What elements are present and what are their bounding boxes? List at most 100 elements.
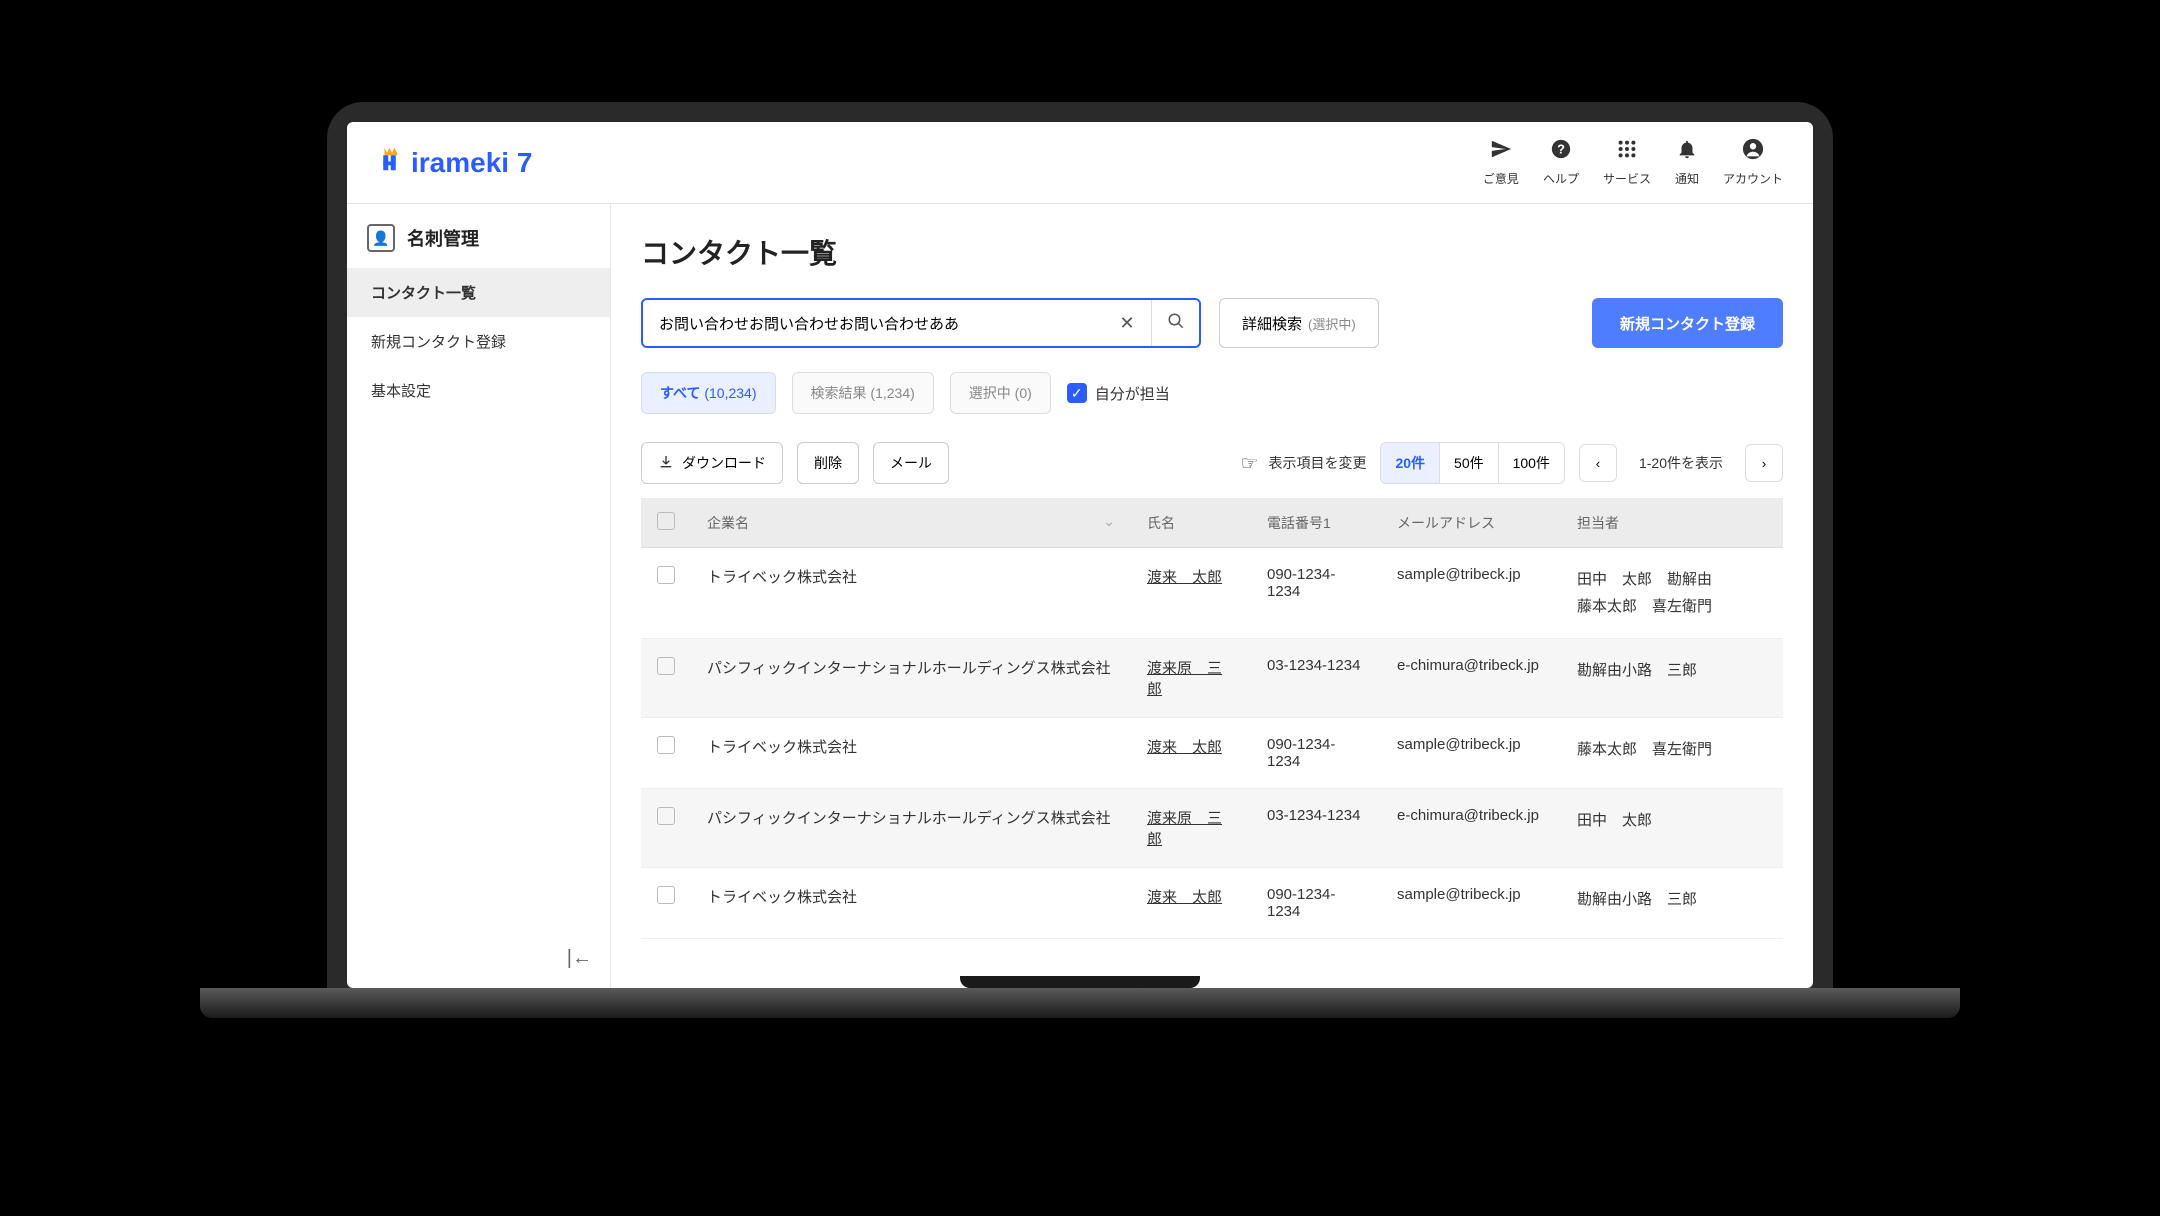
apps-icon bbox=[1616, 138, 1638, 166]
filter-tab-label: 選択中 bbox=[969, 385, 1011, 401]
checkbox-checked-icon: ✓ bbox=[1067, 383, 1087, 403]
topbar-action-help[interactable]: ? ヘルプ bbox=[1543, 138, 1579, 187]
svg-text:?: ? bbox=[1557, 142, 1565, 157]
card-icon: 👤 bbox=[367, 224, 395, 252]
header-tel[interactable]: 電話番号1 bbox=[1251, 498, 1381, 548]
column-config-hint[interactable]: ☞ 表示項目を変更 bbox=[1241, 451, 1367, 476]
topbar-action-feedback[interactable]: ご意見 bbox=[1483, 138, 1519, 187]
filter-row: すべて (10,234) 検索結果 (1,234) 選択中 (0) ✓ bbox=[641, 372, 1783, 414]
advanced-search-label: 詳細検索 bbox=[1242, 313, 1302, 334]
sidebar-item-settings[interactable]: 基本設定 bbox=[347, 366, 610, 415]
sidebar-item-contacts[interactable]: コンタクト一覧 bbox=[347, 268, 610, 317]
logo-text: irameki 7 bbox=[411, 147, 532, 179]
account-icon bbox=[1742, 138, 1764, 166]
cell-company: トライベック株式会社 bbox=[691, 868, 1131, 939]
filter-tab-results[interactable]: 検索結果 (1,234) bbox=[792, 372, 934, 414]
send-icon bbox=[1490, 138, 1512, 166]
header-company[interactable]: 企業名 ⌄ bbox=[691, 498, 1131, 548]
sidebar-item-new-contact[interactable]: 新規コンタクト登録 bbox=[347, 317, 610, 366]
pager-next-button[interactable]: › bbox=[1745, 444, 1783, 482]
row-checkbox[interactable] bbox=[657, 736, 675, 754]
cell-email: e-chimura@tribeck.jp bbox=[1381, 789, 1561, 868]
header-email[interactable]: メールアドレス bbox=[1381, 498, 1561, 548]
bell-icon bbox=[1676, 138, 1698, 166]
pagesize-100[interactable]: 100件 bbox=[1499, 443, 1564, 483]
topbar-action-account[interactable]: アカウント bbox=[1723, 138, 1783, 187]
search-group: ✕ bbox=[641, 298, 1201, 348]
sidebar: 👤 名刺管理 コンタクト一覧 新規コンタクト登録 基本設定 |← bbox=[347, 204, 611, 988]
hand-point-icon: ☞ bbox=[1241, 451, 1259, 476]
cell-name-link[interactable]: 渡来原 三郎 bbox=[1147, 810, 1222, 848]
close-icon: ✕ bbox=[1119, 313, 1134, 334]
filter-tab-all[interactable]: すべて (10,234) bbox=[641, 372, 776, 414]
search-row: ✕ 詳細検索 (選択中) 新規コンタクト登録 bbox=[641, 298, 1783, 348]
topbar-action-label: サービス bbox=[1603, 170, 1651, 187]
cell-company: トライベック株式会社 bbox=[691, 548, 1131, 639]
pager-range: 1-20件を表示 bbox=[1631, 453, 1731, 473]
filter-my-assignments-label: 自分が担当 bbox=[1095, 383, 1170, 404]
topbar-action-label: ご意見 bbox=[1483, 170, 1519, 187]
topbar-action-label: ヘルプ bbox=[1543, 170, 1579, 187]
cell-name-link[interactable]: 渡来 太郎 bbox=[1147, 739, 1222, 756]
cell-name-link[interactable]: 渡来原 三郎 bbox=[1147, 660, 1222, 698]
row-checkbox[interactable] bbox=[657, 657, 675, 675]
new-contact-button[interactable]: 新規コンタクト登録 bbox=[1592, 298, 1783, 348]
logo-mark-icon bbox=[377, 144, 407, 182]
cell-staff: 勘解由小路 三郎 bbox=[1561, 868, 1783, 939]
logo[interactable]: irameki 7 bbox=[377, 144, 532, 182]
cell-staff: 藤本太郎 喜左衛門 bbox=[1561, 718, 1783, 789]
chevron-right-icon: › bbox=[1762, 456, 1766, 471]
cell-email: sample@tribeck.jp bbox=[1381, 868, 1561, 939]
topbar: irameki 7 ご意見 ? ヘルプ サービス 通知 bbox=[347, 122, 1813, 204]
filter-tab-selected[interactable]: 選択中 (0) bbox=[950, 372, 1051, 414]
pagesize-20[interactable]: 20件 bbox=[1381, 443, 1440, 483]
collapse-icon: |← bbox=[567, 947, 592, 969]
main-content: コンタクト一覧 ✕ 詳細検索 bbox=[611, 204, 1813, 988]
advanced-search-button[interactable]: 詳細検索 (選択中) bbox=[1219, 298, 1379, 348]
cell-name-link[interactable]: 渡来 太郎 bbox=[1147, 889, 1222, 906]
staff-name: 藤本太郎 喜左衛門 bbox=[1577, 593, 1767, 620]
staff-name: 田中 太郎 勘解由 bbox=[1577, 566, 1767, 593]
search-input[interactable] bbox=[643, 300, 1103, 346]
table-row: トライベック株式会社 渡来 太郎 090-1234-1234 sample@tr… bbox=[641, 548, 1783, 639]
filter-tab-count: (10,234) bbox=[704, 385, 756, 401]
sidebar-collapse-button[interactable]: |← bbox=[567, 947, 592, 970]
pagesize-50[interactable]: 50件 bbox=[1440, 443, 1499, 483]
pager-prev-button[interactable]: ‹ bbox=[1579, 444, 1617, 482]
staff-name: 田中 太郎 bbox=[1577, 807, 1767, 834]
topbar-action-notifications[interactable]: 通知 bbox=[1675, 138, 1699, 187]
cell-staff: 勘解由小路 三郎 bbox=[1561, 639, 1783, 718]
pagesize-group: 20件 50件 100件 bbox=[1380, 442, 1565, 484]
cell-company: トライベック株式会社 bbox=[691, 718, 1131, 789]
topbar-action-label: 通知 bbox=[1675, 170, 1699, 187]
search-icon bbox=[1167, 312, 1185, 335]
page-title: コンタクト一覧 bbox=[641, 232, 1783, 272]
cell-name-link[interactable]: 渡来 太郎 bbox=[1147, 569, 1222, 586]
cell-staff: 田中 太郎 bbox=[1561, 789, 1783, 868]
staff-name: 勘解由小路 三郎 bbox=[1577, 657, 1767, 684]
topbar-action-services[interactable]: サービス bbox=[1603, 138, 1651, 187]
table-row: パシフィックインターナショナルホールディングス株式会社 渡来原 三郎 03-12… bbox=[641, 789, 1783, 868]
table-wrap: 企業名 ⌄ 氏名 電話番号1 メールアドレス 担当者 トライベック株式会社 渡来… bbox=[611, 498, 1813, 988]
cell-tel: 090-1234-1234 bbox=[1251, 718, 1381, 789]
row-checkbox[interactable] bbox=[657, 807, 675, 825]
header-staff[interactable]: 担当者 bbox=[1561, 498, 1783, 548]
row-checkbox[interactable] bbox=[657, 886, 675, 904]
header-name[interactable]: 氏名 bbox=[1131, 498, 1251, 548]
row-checkbox[interactable] bbox=[657, 566, 675, 584]
delete-button[interactable]: 削除 bbox=[797, 442, 859, 484]
sidebar-heading-label: 名刺管理 bbox=[407, 225, 479, 251]
cell-tel: 090-1234-1234 bbox=[1251, 868, 1381, 939]
filter-my-assignments[interactable]: ✓ 自分が担当 bbox=[1067, 383, 1170, 404]
advanced-search-status: (選択中) bbox=[1308, 314, 1356, 333]
download-button[interactable]: ダウンロード bbox=[641, 442, 783, 484]
topbar-action-label: アカウント bbox=[1723, 170, 1783, 187]
cell-tel: 03-1234-1234 bbox=[1251, 789, 1381, 868]
help-icon: ? bbox=[1550, 138, 1572, 166]
header-select-all[interactable] bbox=[641, 498, 691, 548]
search-button[interactable] bbox=[1151, 300, 1199, 346]
mail-button[interactable]: メール bbox=[873, 442, 949, 484]
cell-company: パシフィックインターナショナルホールディングス株式会社 bbox=[691, 639, 1131, 718]
cell-company: パシフィックインターナショナルホールディングス株式会社 bbox=[691, 789, 1131, 868]
search-clear-button[interactable]: ✕ bbox=[1103, 300, 1151, 346]
